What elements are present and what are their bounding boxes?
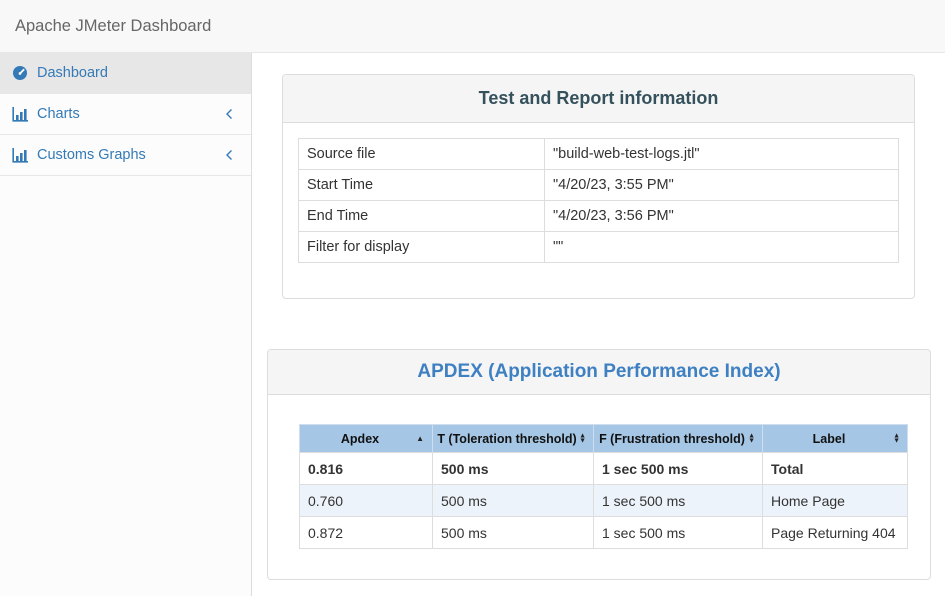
test-report-info-table: Source file "build-web-test-logs.jtl" St… <box>298 138 899 263</box>
column-header-toleration[interactable]: T (Toleration threshold) ▲▼ <box>433 425 594 453</box>
frustration-value: 1 sec 500 ms <box>594 517 763 549</box>
info-row-value: "4/20/23, 3:55 PM" <box>545 170 899 201</box>
table-row: 0.872 500 ms 1 sec 500 ms Page Returning… <box>300 517 908 549</box>
info-row-value: "4/20/23, 3:56 PM" <box>545 201 899 232</box>
apdex-header-row: Apdex ▲ T (Toleration threshold) ▲▼ F (F… <box>300 425 908 453</box>
frustration-value: 1 sec 500 ms <box>594 453 763 485</box>
sidebar-item-customs-graphs[interactable]: Customs Graphs <box>0 135 251 176</box>
test-report-info-panel: Test and Report information Source file … <box>282 74 915 299</box>
info-row-label: Start Time <box>299 170 545 201</box>
apdex-body: Apdex ▲ T (Toleration threshold) ▲▼ F (F… <box>268 395 930 579</box>
sidebar: Dashboard Charts Customs <box>0 53 252 596</box>
sidebar-item-charts[interactable]: Charts <box>0 94 251 135</box>
sort-icon: ▲▼ <box>579 433 586 444</box>
table-row: Filter for display "" <box>299 232 899 263</box>
info-row-label: Source file <box>299 139 545 170</box>
sidebar-item-label: Charts <box>37 106 80 122</box>
info-row-label: Filter for display <box>299 232 545 263</box>
dashboard-gauge-icon <box>12 65 29 81</box>
chevron-left-icon <box>225 149 239 161</box>
apdex-panel: APDEX (Application Performance Index) Ap… <box>267 349 931 580</box>
sort-ascending-icon: ▲ <box>416 435 424 443</box>
table-row: Start Time "4/20/23, 3:55 PM" <box>299 170 899 201</box>
column-header-frustration[interactable]: F (Frustration threshold) ▲▼ <box>594 425 763 453</box>
main-content: Test and Report information Source file … <box>253 53 945 596</box>
table-row: Source file "build-web-test-logs.jtl" <box>299 139 899 170</box>
info-row-value: "" <box>545 232 899 263</box>
label-value: Total <box>763 453 908 485</box>
toleration-value: 500 ms <box>433 453 594 485</box>
column-header-label[interactable]: Label ▲▼ <box>763 425 908 453</box>
test-report-info-body: Source file "build-web-test-logs.jtl" St… <box>283 123 914 298</box>
test-report-info-header: Test and Report information <box>283 75 914 123</box>
table-row: 0.816 500 ms 1 sec 500 ms Total <box>300 453 908 485</box>
frustration-value: 1 sec 500 ms <box>594 485 763 517</box>
info-row-value: "build-web-test-logs.jtl" <box>545 139 899 170</box>
sidebar-item-dashboard[interactable]: Dashboard <box>0 53 251 94</box>
app-title: Apache JMeter Dashboard <box>15 17 211 36</box>
apdex-header: APDEX (Application Performance Index) <box>268 350 930 395</box>
bar-chart-icon <box>12 147 29 163</box>
sidebar-item-label: Customs Graphs <box>37 147 146 163</box>
apdex-table: Apdex ▲ T (Toleration threshold) ▲▼ F (F… <box>299 424 908 549</box>
app-header: Apache JMeter Dashboard <box>0 0 945 53</box>
table-row: End Time "4/20/23, 3:56 PM" <box>299 201 899 232</box>
toleration-value: 500 ms <box>433 517 594 549</box>
sort-icon: ▲▼ <box>893 433 900 444</box>
bar-chart-icon <box>12 106 29 122</box>
sidebar-item-label: Dashboard <box>37 65 108 81</box>
apdex-value: 0.872 <box>300 517 433 549</box>
toleration-value: 500 ms <box>433 485 594 517</box>
column-header-apdex[interactable]: Apdex ▲ <box>300 425 433 453</box>
apdex-value: 0.760 <box>300 485 433 517</box>
info-row-label: End Time <box>299 201 545 232</box>
label-value: Page Returning 404 <box>763 517 908 549</box>
sort-icon: ▲▼ <box>748 433 755 444</box>
table-row: 0.760 500 ms 1 sec 500 ms Home Page <box>300 485 908 517</box>
test-report-info-title: Test and Report information <box>479 88 719 108</box>
apdex-value: 0.816 <box>300 453 433 485</box>
apdex-title: APDEX (Application Performance Index) <box>417 361 780 382</box>
chevron-left-icon <box>225 108 239 120</box>
label-value: Home Page <box>763 485 908 517</box>
